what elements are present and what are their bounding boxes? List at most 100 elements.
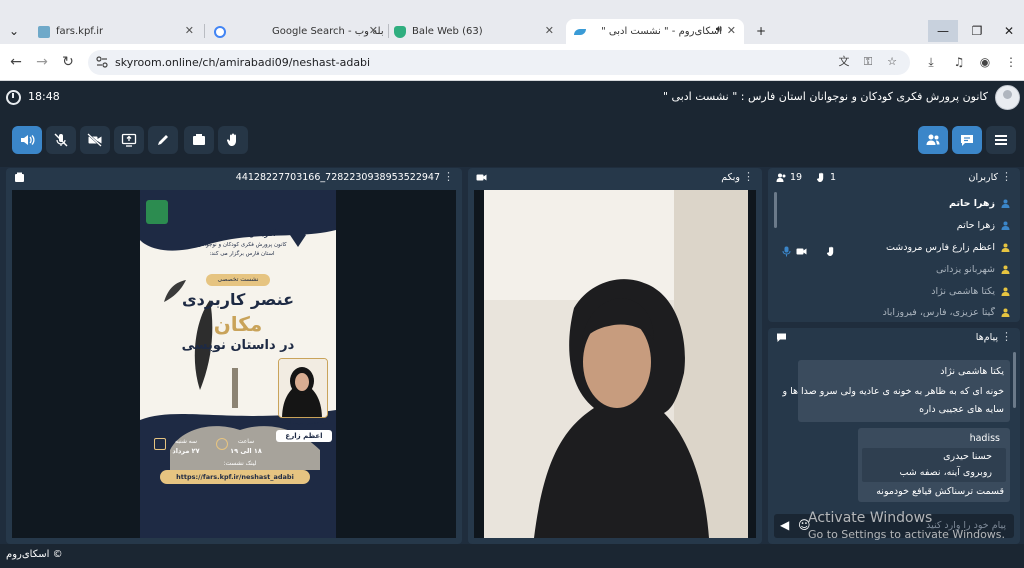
restore-window-button[interactable]: ❐ — [962, 20, 992, 42]
browser-tab-active[interactable]: اسکای‌روم - " نشست ادبی " 🔊︎ ✕ — [566, 19, 744, 44]
user-icon — [1001, 265, 1010, 274]
poster-badge: نشست تخصصی — [206, 274, 270, 286]
site-settings-icon[interactable] — [96, 56, 108, 68]
camera-button[interactable] — [80, 126, 110, 154]
browser-menu-icon[interactable]: ⋮ — [1002, 53, 1020, 71]
whiteboard-button[interactable] — [184, 126, 214, 154]
audio-playing-icon[interactable]: 🔊︎ — [716, 24, 722, 35]
chat-message: یکتا هاشمی نژاد خونه ای که به ظاهر به خو… — [782, 360, 1010, 422]
tab-divider — [204, 24, 205, 38]
raised-hand-icon[interactable] — [826, 246, 836, 257]
panel-title: 44128227703166_7282230938953522947 — [235, 172, 440, 183]
tab-label: fars.kpf.ir — [56, 26, 104, 37]
new-tab-button[interactable]: + — [746, 20, 776, 42]
browser-tab[interactable]: Bale Web (63) ✕ — [392, 19, 562, 44]
minimize-window-button[interactable]: — — [928, 20, 958, 42]
file-icon — [15, 172, 24, 182]
more-options-icon[interactable]: ⋮ — [743, 170, 754, 183]
poster-link-label: لینک نشست: — [223, 460, 257, 467]
tab-search-icon[interactable]: ⌄ — [4, 20, 24, 42]
url-text: skyroom.online/ch/amirabadi09/neshast-ad… — [115, 56, 371, 69]
kanoon-logo — [146, 200, 168, 224]
room-toolbar — [0, 115, 1024, 167]
message-text: خونه ای که به ظاهر به خونه ی عادیه ولی س… — [782, 386, 1004, 397]
close-window-button[interactable]: ✕ — [994, 20, 1024, 42]
user-row[interactable]: شهربانو یزدانی — [936, 264, 1010, 275]
profile-icon[interactable]: ◉ — [976, 53, 994, 71]
chat-scrollbar[interactable] — [1013, 352, 1016, 408]
quoted-text: روبروی آینه، نصفه شب — [899, 467, 992, 478]
speaker-button[interactable] — [12, 126, 42, 154]
speaker-icon — [21, 135, 35, 145]
raise-hand-button[interactable] — [218, 126, 248, 154]
panel-header: وبکم ⋮ — [468, 168, 762, 188]
room-title: کانون پرورش فکری کودکان و نوجوانان استان… — [662, 90, 988, 103]
more-options-icon[interactable]: ⋮ — [1001, 330, 1012, 343]
panel-header: پیام‌ها ⋮ — [768, 328, 1020, 348]
camera-active-icon[interactable] — [796, 247, 807, 256]
microphone-button[interactable] — [46, 126, 76, 154]
password-key-icon[interactable]: ⚿ — [860, 54, 876, 70]
close-tab-icon[interactable]: ✕ — [727, 24, 736, 37]
media-controls-icon[interactable]: ♫ — [950, 53, 968, 71]
users-scrollbar[interactable] — [774, 192, 777, 228]
more-options-icon[interactable]: ⋮ — [1001, 170, 1012, 183]
site-favicon-icon — [38, 25, 50, 38]
poster-calendar-icon — [154, 438, 166, 450]
hand-icon — [226, 133, 236, 146]
app-footer: اسکای‌روم © — [0, 544, 1024, 568]
users-icon — [926, 134, 940, 145]
users-panel: 19 1 کاربران ⋮ زهرا حاتم زهرا حاتم اعظم … — [768, 168, 1020, 322]
guest-portrait-icon — [279, 359, 327, 417]
user-row[interactable]: یکتا هاشمی نژاد — [931, 286, 1010, 297]
skyroom-favicon-icon — [574, 28, 586, 35]
draw-button[interactable] — [148, 126, 178, 154]
user-row[interactable]: زهرا حاتم — [949, 198, 1010, 209]
screen-share-button[interactable] — [114, 126, 144, 154]
quoted-author: حسنا حیدری — [943, 451, 992, 462]
session-clock: 18:48 — [28, 90, 60, 103]
download-icon[interactable]: ⤓ — [922, 53, 940, 71]
user-name: شهربانو یزدانی — [935, 264, 995, 275]
browser-tab[interactable]: fars.kpf.ir ✕ — [32, 19, 202, 44]
webcam-frame — [484, 190, 748, 538]
mic-active-icon[interactable] — [782, 246, 791, 257]
board-icon — [193, 134, 205, 145]
panel-header: 44128227703166_7282230938953522947 ⋮ — [6, 168, 462, 188]
user-row[interactable]: اعظم زارع فارس مرودشت — [886, 242, 1010, 253]
user-row[interactable]: زهرا حاتم — [957, 220, 1010, 231]
user-icon — [1001, 243, 1010, 252]
send-icon[interactable]: ◀ — [780, 518, 789, 532]
user-avatar[interactable] — [995, 85, 1020, 110]
browser-tab[interactable]: Google Search - بله وب ✕ — [208, 19, 386, 44]
poster-date-value: ۲۷ مرداد — [172, 447, 200, 455]
menu-button[interactable] — [986, 126, 1016, 154]
user-row[interactable]: گیتا عزیزی، فارس، فیروزآباد — [883, 307, 1010, 317]
forward-arrow-icon[interactable]: → — [32, 52, 52, 72]
bookmark-star-icon[interactable]: ☆ — [884, 54, 900, 70]
translate-icon[interactable]: 文 — [836, 54, 852, 70]
close-tab-icon[interactable]: ✕ — [369, 24, 378, 37]
poster-series: آفرینش های ادبی — [214, 230, 276, 238]
tab-label: Google Search - بله وب — [272, 26, 384, 37]
panel-title: کاربران — [968, 172, 998, 183]
camera-off-icon — [87, 133, 102, 147]
more-options-icon[interactable]: ⋮ — [443, 170, 454, 183]
close-tab-icon[interactable]: ✕ — [185, 24, 194, 37]
guest-name: اعظم زارع — [276, 430, 332, 442]
poster-date-label: سه شنبه — [174, 438, 198, 445]
users-toggle-button[interactable] — [918, 126, 948, 154]
close-tab-icon[interactable]: ✕ — [545, 24, 554, 37]
poster-headline-1: عنصر کاربردی — [181, 290, 295, 309]
back-arrow-icon[interactable]: ← — [6, 52, 26, 72]
poster-org: کانون پرورش فکری کودکان و نوجوانان — [197, 242, 287, 248]
poster-time-value: ۱۸ الی ۱۹ — [230, 447, 262, 455]
url-field[interactable]: skyroom.online/ch/amirabadi09/neshast-ad… — [88, 50, 910, 75]
chat-toggle-button[interactable] — [952, 126, 982, 154]
user-icon — [1001, 199, 1010, 208]
reload-icon[interactable]: ↻ — [58, 52, 78, 72]
shared-file-panel: 44128227703166_7282230938953522947 ⋮ آفر… — [6, 168, 462, 544]
panel-title: وبکم — [721, 172, 740, 183]
app-header: 18:48 کانون پرورش فکری کودکان و نوجوانان… — [0, 81, 1024, 115]
camera-icon — [476, 174, 487, 181]
